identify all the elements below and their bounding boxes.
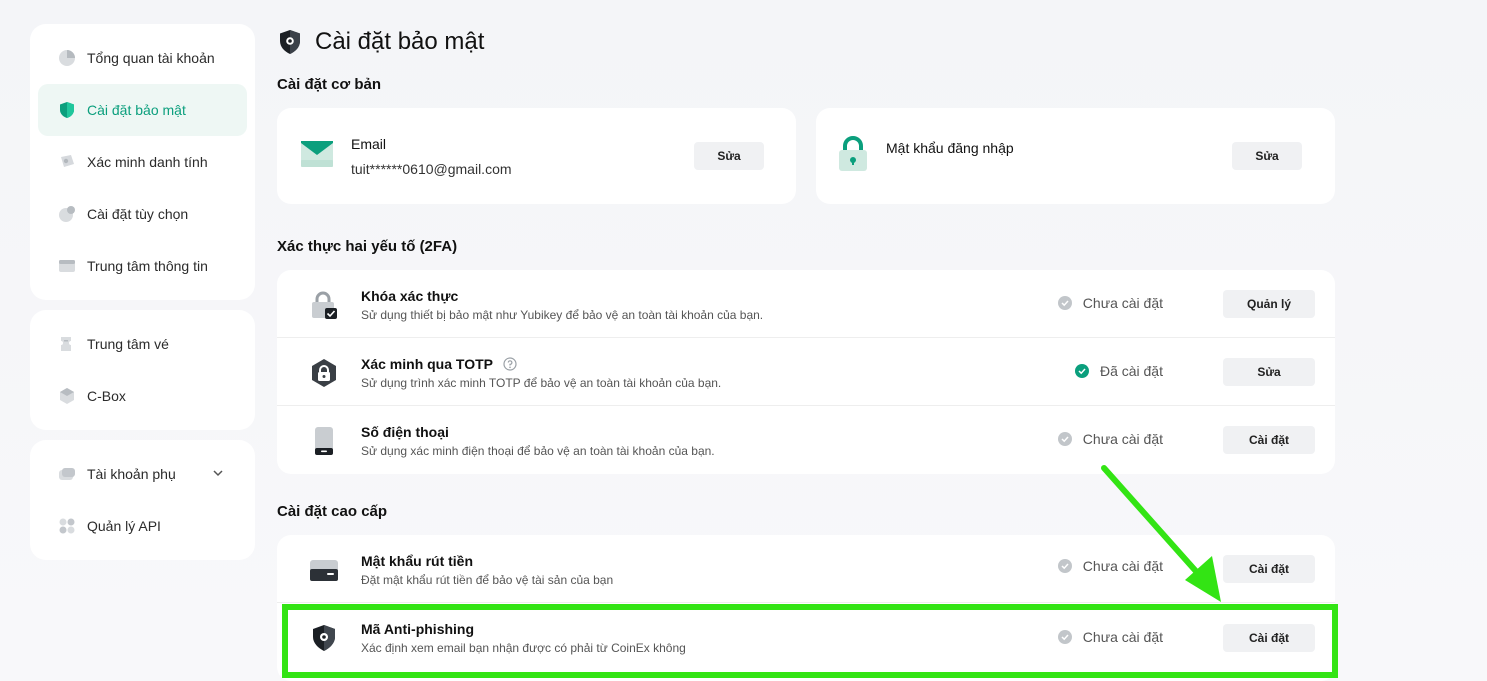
security-key-icon [312,291,337,319]
row-description: Sử dụng trình xác minh TOTP để bảo vệ an… [361,376,722,390]
sidebar-item-api-management[interactable]: Quản lý API [38,500,247,552]
row-title-text: Khóa xác thực [361,288,459,304]
status-not-set-icon [1057,559,1072,573]
api-icon [59,518,75,534]
setup-anti-phishing-button[interactable]: Cài đặt [1223,624,1315,652]
sub-account-icon [59,468,75,480]
sidebar-item-label: Trung tâm vé [87,336,169,352]
shield-icon [60,102,74,118]
status-text: Chưa cài đặt [1082,431,1163,447]
status-text: Chưa cài đặt [1082,295,1163,311]
row-description: Sử dụng thiết bị bảo mật như Yubikey để … [361,308,764,322]
sidebar-item-preferences[interactable]: Cài đặt tùy chọn [38,188,247,240]
status-not-set-icon [1057,630,1072,644]
sidebar-item-ticket-center[interactable]: Trung tâm vé [38,318,247,370]
status-enabled-icon [1074,364,1089,378]
row-title: Xác minh qua TOTP [361,356,517,372]
edit-totp-button[interactable]: Sửa [1223,358,1315,386]
phone-icon [315,427,333,455]
twofa-list: Khóa xác thực Sử dụng thiết bị bảo mật n… [277,270,1335,474]
row-title: Mã Anti-phishing [361,621,474,637]
section-title-2fa: Xác thực hai yếu tố (2FA) [277,238,458,255]
sidebar-group-advanced: Tài khoản phụ Quản lý API [30,440,255,560]
section-title-basic: Cài đặt cơ bản [277,76,382,93]
status-badge: Chưa cài đặt [1057,629,1163,645]
section-title-advanced: Cài đặt cao cấp [277,503,388,520]
sidebar-item-label: Cài đặt tùy chọn [87,206,189,222]
login-password-label: Mật khẩu đăng nhập [886,140,1014,156]
card-icon [310,560,338,581]
row-title: Khóa xác thực [361,288,458,304]
status-not-set-icon [1057,296,1072,310]
status-badge: Đã cài đặt [1074,363,1163,379]
email-card: Email tuit******0610@gmail.com Sửa [277,108,796,204]
status-badge: Chưa cài đặt [1057,295,1163,311]
row-description: Xác định xem email bạn nhận được có phải… [361,641,686,655]
row-description: Sử dụng xác minh điện thoại để bảo vệ an… [361,444,715,458]
help-icon[interactable] [503,357,517,371]
setup-phone-button[interactable]: Cài đặt [1223,426,1315,454]
email-label: Email [351,136,387,152]
list-item-anti-phishing: Mã Anti-phishing Xác định xem email bạn … [277,603,1335,671]
sidebar-item-cbox[interactable]: C-Box [38,370,247,422]
sidebar-item-account-overview[interactable]: Tổng quan tài khoản [38,32,247,84]
sidebar-item-sub-account[interactable]: Tài khoản phụ [38,448,247,500]
annotation-arrow-icon [1101,465,1221,602]
edit-email-button[interactable]: Sửa [694,142,764,170]
sidebar: Tổng quan tài khoản Cài đặt bảo mật Xác … [30,24,255,570]
page-title-text: Cài đặt bảo mật [315,28,485,55]
manage-security-key-button[interactable]: Quản lý [1223,290,1315,318]
inbox-icon [59,260,75,272]
sidebar-item-label: Tổng quan tài khoản [87,50,215,66]
login-password-card: Mật khẩu đăng nhập Sửa [816,108,1335,204]
sidebar-item-label: Tài khoản phụ [87,466,176,482]
chevron-down-icon[interactable] [211,466,225,480]
email-value: tuit******0610@gmail.com [351,161,512,177]
ticket-icon [61,337,71,351]
sidebar-item-label: Xác minh danh tính [87,154,208,170]
email-icon [301,141,333,167]
sidebar-item-label: Quản lý API [87,518,161,534]
row-title-text: Xác minh qua TOTP [361,356,493,372]
list-item-totp: Xác minh qua TOTP Sử dụng trình xác minh… [277,338,1335,406]
row-title-text: Số điện thoại [361,424,449,440]
sidebar-item-label: C-Box [87,388,126,404]
status-not-set-icon [1057,432,1072,446]
edit-password-button[interactable]: Sửa [1232,142,1302,170]
list-item-security-key: Khóa xác thực Sử dụng thiết bị bảo mật n… [277,270,1335,338]
main-content: Cài đặt bảo mật Cài đặt cơ bản Email tui… [277,24,1335,681]
row-title-text: Mã Anti-phishing [361,621,475,637]
status-text: Đã cài đặt [1099,363,1163,379]
shield-lock-icon [280,30,300,54]
row-description: Đặt mật khẩu rút tiền để bảo vệ tài sản … [361,573,614,587]
row-title: Mật khẩu rút tiền [361,553,473,569]
sidebar-item-label: Cài đặt bảo mật [87,102,186,118]
row-title-text: Mật khẩu rút tiền [361,553,474,569]
sidebar-group-account: Tổng quan tài khoản Cài đặt bảo mật Xác … [30,24,255,300]
row-title: Số điện thoại [361,424,449,440]
anti-phishing-shield-icon [313,625,335,651]
id-badge-icon [61,155,74,167]
sidebar-item-security-settings[interactable]: Cài đặt bảo mật [38,84,247,136]
status-text: Chưa cài đặt [1082,629,1163,645]
sidebar-item-label: Trung tâm thông tin [87,258,208,274]
pie-chart-icon [59,50,75,66]
box-icon [60,388,74,404]
status-badge: Chưa cài đặt [1057,431,1163,447]
page-title: Cài đặt bảo mật [277,24,1335,60]
lock-icon [839,136,867,171]
sidebar-group-support: Trung tâm vé C-Box [30,310,255,430]
preferences-icon [59,206,75,222]
sidebar-item-info-center[interactable]: Trung tâm thông tin [38,240,247,292]
sidebar-item-identity-verification[interactable]: Xác minh danh tính [38,136,247,188]
totp-lock-icon [312,359,336,387]
